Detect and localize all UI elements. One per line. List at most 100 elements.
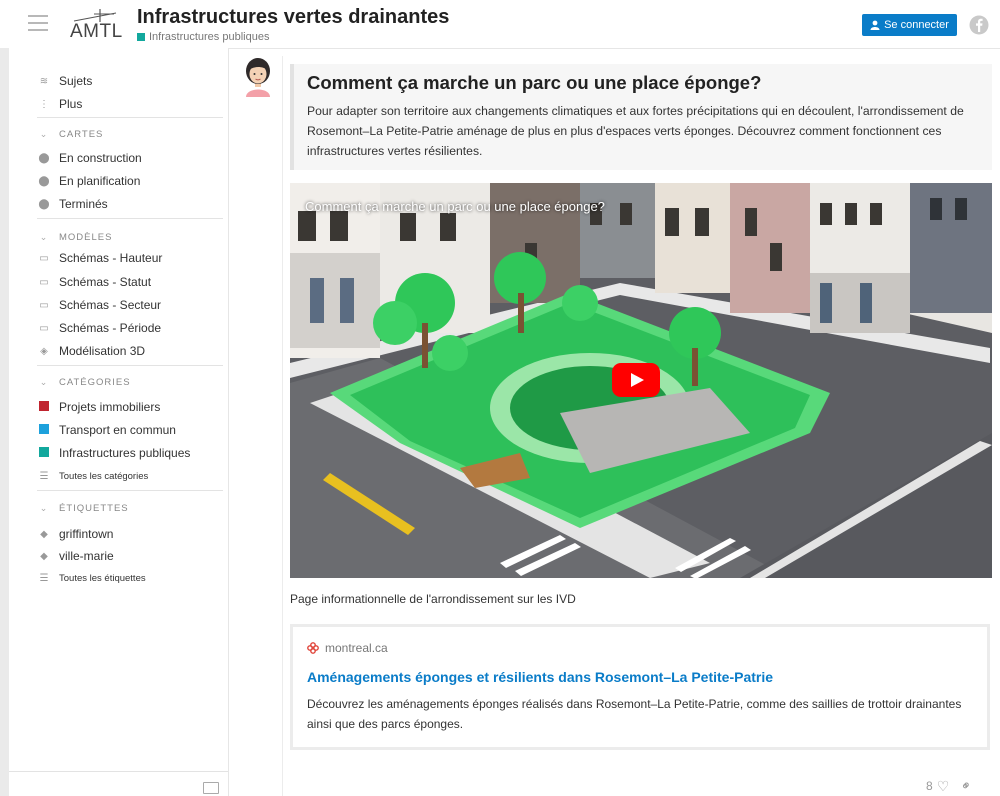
category-badge[interactable]: Infrastructures publiques	[137, 31, 269, 43]
sidebar-item-label: Projets immobiliers	[59, 400, 161, 414]
sidebar-item-ville-marie[interactable]: ◆ ville-marie	[37, 546, 114, 566]
sidebar-item-toutes-categories[interactable]: ☰ Toutes les catégories	[37, 466, 149, 486]
onebox-description: Découvrez les aménagements éponges réali…	[307, 697, 962, 731]
link-icon[interactable]: ⚭	[957, 776, 976, 795]
like-count: 8	[926, 779, 933, 793]
sidebar-item-plus[interactable]: ⋮ Plus	[37, 94, 82, 114]
map-pin-icon: ⬤	[38, 152, 50, 164]
post-separator	[282, 56, 283, 796]
onebox-title-link[interactable]: Aménagements éponges et résilients dans …	[307, 669, 773, 685]
sidebar-item-infrastructures-publiques[interactable]: Infrastructures publiques	[37, 443, 190, 463]
section-header-label: ÉTIQUETTES	[59, 502, 129, 514]
play-button-icon[interactable]	[612, 363, 660, 397]
image-icon: ▭	[39, 322, 49, 334]
facebook-icon[interactable]	[969, 15, 989, 35]
site-logo[interactable]: AMTL	[70, 8, 123, 42]
video-title: Comment ça marche un parc ou une place é…	[305, 199, 605, 214]
sidebar-item-label: Schémas - Période	[59, 321, 162, 335]
post-actions: 8 ♡ ⚭	[926, 776, 976, 795]
sidebar-item-label: Toutes les catégories	[59, 470, 149, 482]
list-icon: ☰	[39, 572, 49, 584]
blockquote: Comment ça marche un parc ou une place é…	[290, 64, 992, 170]
category-color-square	[39, 400, 49, 411]
sidebar-item-label: Transport en commun	[59, 423, 176, 437]
image-icon: ▭	[39, 252, 49, 264]
link-preview-card[interactable]: montreal.ca Aménagements éponges et rési…	[290, 624, 990, 750]
sidebar-item-label: Sujets	[59, 74, 93, 88]
list-icon: ☰	[39, 470, 49, 482]
sidebar-item-schemas-statut[interactable]: ▭ Schémas - Statut	[37, 272, 151, 292]
cube-icon: ◈	[40, 345, 48, 357]
sidebar-item-label: Plus	[59, 97, 83, 111]
user-icon	[870, 20, 880, 30]
video-embed[interactable]: Comment ça marche un parc ou une place é…	[290, 183, 992, 578]
link-caption: Page informationnelle de l'arrondissemen…	[290, 592, 576, 606]
top-header: AMTL Infrastructures vertes drainantes I…	[0, 0, 1000, 49]
tag-icon: ◆	[40, 528, 48, 540]
sidebar-item-en-construction[interactable]: ⬤ En construction	[37, 148, 142, 168]
sidebar-item-termines[interactable]: ⬤ Terminés	[37, 194, 108, 214]
sidebar-item-label: Toutes les étiquettes	[59, 572, 146, 584]
sidebar-footer-divider	[9, 771, 228, 772]
category-label: Infrastructures publiques	[149, 31, 270, 43]
sidebar-divider	[37, 117, 223, 118]
login-label: Se connecter	[884, 19, 949, 31]
montreal-logo-icon	[307, 642, 319, 654]
keyboard-icon[interactable]	[203, 782, 219, 794]
section-header-etiquettes[interactable]: ⌄ ÉTIQUETTES	[37, 500, 129, 516]
sidebar-item-transport-en-commun[interactable]: Transport en commun	[37, 420, 176, 440]
onebox-source-label: montreal.ca	[325, 641, 388, 655]
sidebar-item-label: Schémas - Hauteur	[59, 251, 163, 265]
sidebar-item-label: Infrastructures publiques	[59, 446, 191, 460]
sidebar-item-label: Terminés	[59, 197, 108, 211]
sidebar-item-projets-immobiliers[interactable]: Projets immobiliers	[37, 397, 160, 417]
section-header-categories[interactable]: ⌄ CATÉGORIES	[37, 374, 131, 390]
section-header-label: CARTES	[59, 128, 104, 140]
sidebar-divider	[37, 365, 223, 366]
sidebar-item-label: En construction	[59, 151, 142, 165]
user-avatar[interactable]	[244, 57, 272, 97]
chevron-down-icon: ⌄	[39, 128, 49, 139]
section-header-modeles[interactable]: ⌄ MODÈLES	[37, 229, 112, 245]
category-color-square	[39, 423, 49, 434]
section-header-label: CATÉGORIES	[59, 376, 131, 388]
sidebar-item-sujets[interactable]: ≋ Sujets	[37, 71, 93, 91]
sidebar-item-label: Schémas - Secteur	[59, 298, 162, 312]
sidebar-item-en-planification[interactable]: ⬤ En planification	[37, 171, 140, 191]
tag-icon: ◆	[40, 550, 48, 562]
chevron-down-icon: ⌄	[39, 231, 49, 242]
chevron-down-icon: ⌄	[39, 376, 49, 387]
category-color-square	[137, 33, 145, 42]
sidebar-item-schemas-hauteur[interactable]: ▭ Schémas - Hauteur	[37, 248, 162, 268]
vertical-dots-icon: ⋮	[39, 98, 49, 110]
page-title[interactable]: Infrastructures vertes drainantes	[137, 6, 449, 29]
sidebar-item-label: Schémas - Statut	[59, 275, 152, 289]
sidebar-item-modelisation-3d[interactable]: ◈ Modélisation 3D	[37, 341, 145, 361]
image-icon: ▭	[39, 276, 49, 288]
hamburger-menu-icon[interactable]	[28, 15, 48, 31]
sidebar-divider	[37, 218, 223, 219]
sidebar-item-label: ville-marie	[59, 549, 114, 563]
sidebar-item-label: Modélisation 3D	[59, 344, 146, 358]
sidebar-divider	[37, 490, 223, 491]
chevron-down-icon: ⌄	[39, 502, 49, 513]
logo-text: AMTL	[70, 21, 123, 42]
map-pin-icon: ⬤	[38, 175, 50, 187]
heart-icon[interactable]: ♡	[937, 778, 950, 795]
category-color-square	[39, 446, 49, 457]
layers-icon: ≋	[39, 75, 49, 87]
post-heading: Comment ça marche un parc ou une place é…	[307, 72, 762, 93]
sidebar-item-griffintown[interactable]: ◆ griffintown	[37, 524, 113, 544]
sidebar-item-toutes-etiquettes[interactable]: ☰ Toutes les étiquettes	[37, 568, 146, 588]
onebox-source[interactable]: montreal.ca	[307, 641, 388, 655]
sidebar-item-schemas-periode[interactable]: ▭ Schémas - Période	[37, 318, 161, 338]
map-pin-icon: ⬤	[38, 198, 50, 210]
section-header-label: MODÈLES	[59, 231, 113, 243]
section-header-cartes[interactable]: ⌄ CARTES	[37, 126, 103, 142]
sidebar-item-schemas-secteur[interactable]: ▭ Schémas - Secteur	[37, 295, 161, 315]
sidebar: ≋ Sujets ⋮ Plus ⌄ CARTES ⬤ En constructi…	[9, 48, 229, 796]
image-icon: ▭	[39, 299, 49, 311]
login-button[interactable]: Se connecter	[862, 14, 957, 36]
window-edge	[0, 48, 9, 796]
post-body: Pour adapter son territoire aux changeme…	[307, 104, 964, 158]
